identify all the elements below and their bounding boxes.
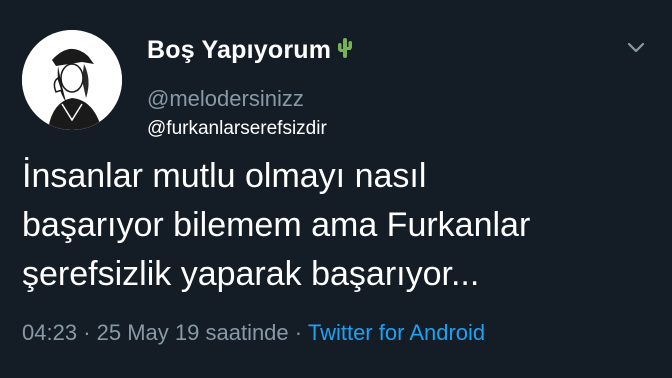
tweet-text-line: başarıyor bilemem ama Furkanlar [22,206,531,244]
cactus-icon [337,36,353,65]
tweet-text-line: şerefsizlik yaparak başarıyor... [22,255,480,293]
user-handle[interactable]: @melodersinizz [147,86,304,112]
tweet-meta: 04:23 · 25 May 19 saatinde · Twitter for… [22,320,485,346]
tweet-source-link[interactable]: Twitter for Android [308,320,485,345]
tweet-text: İnsanlar mutlu olmayı nasıl başarıyor bi… [22,152,662,299]
chevron-down-icon[interactable] [626,40,646,56]
meta-separator: · [294,320,303,345]
avatar-illustration [22,30,122,130]
avatar[interactable] [22,30,122,130]
tweet-text-line: İnsanlar mutlu olmayı nasıl [22,157,427,195]
tweet-date[interactable]: 25 May 19 saatinde [97,320,289,345]
tweet-time[interactable]: 04:23 [22,320,77,345]
display-name-row[interactable]: Boş Yapıyorum [147,36,353,65]
display-name[interactable]: Boş Yapıyorum [147,36,331,65]
meta-separator: · [83,320,91,345]
reply-to-handle[interactable]: @furkanlarserefsizdir [147,118,327,140]
tweet-card: Boş Yapıyorum @melodersinizz @furkanlars… [0,0,672,378]
